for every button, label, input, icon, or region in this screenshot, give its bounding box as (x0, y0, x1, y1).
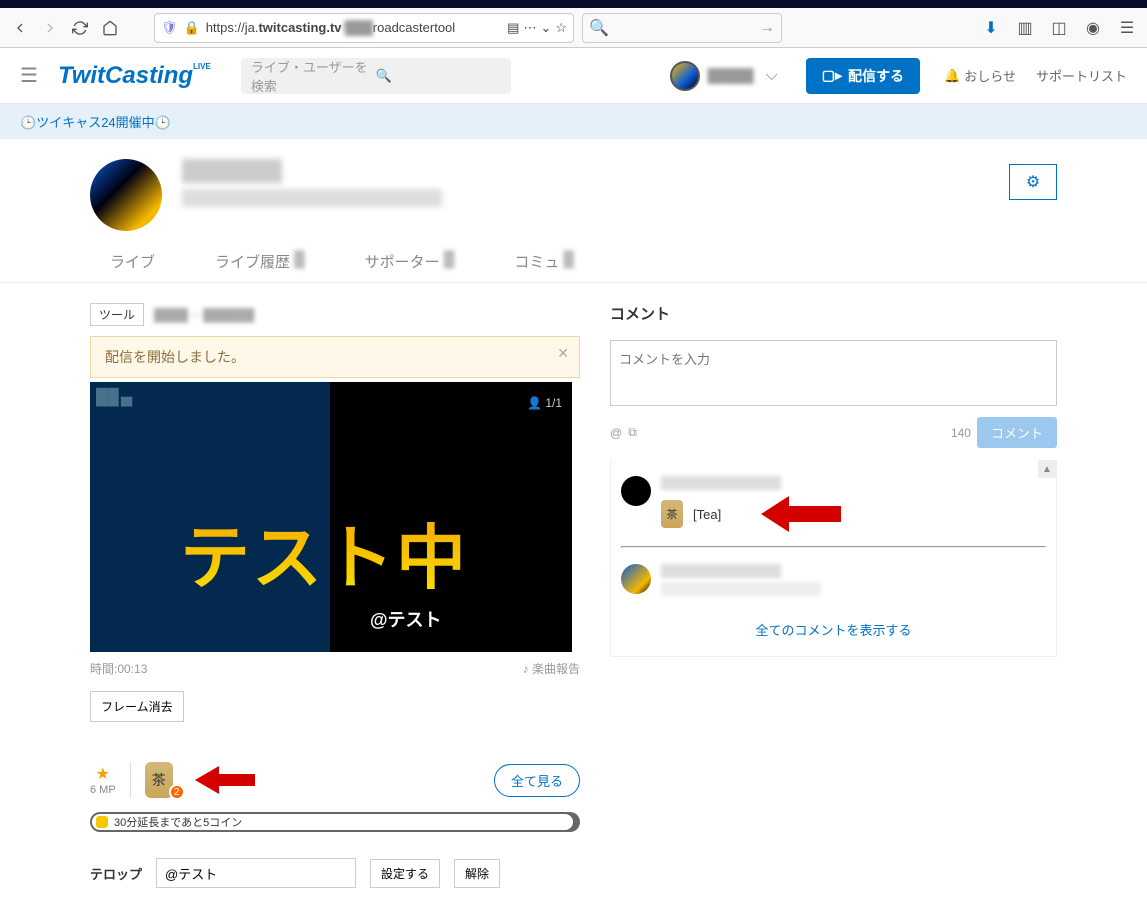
announcement-bar: 🕒ツイキャス24開催中🕒 (0, 104, 1147, 139)
music-report-link[interactable]: ♪ 楽曲報告 (523, 660, 580, 677)
support-list-link[interactable]: サポートリスト (1036, 66, 1127, 85)
progress-text: 30分延長まであと5コイン (114, 814, 242, 830)
send-comment-button[interactable]: コメント (977, 417, 1057, 448)
browser-search[interactable]: 🔍 → (582, 13, 782, 43)
comment-list: ▲ 茶 [Tea] (610, 460, 1057, 657)
frame-clear-button[interactable]: フレーム消去 (90, 691, 184, 722)
telop-set-button[interactable]: 設定する (370, 859, 440, 888)
copy-icon[interactable]: ⧉ (628, 425, 637, 440)
download-icon[interactable]: ⬇ (977, 14, 1005, 42)
tea-icon: 茶 (661, 500, 683, 528)
tool-blur-text: ████ ─ ██████ (154, 308, 254, 322)
account-icon[interactable]: ◉ (1079, 14, 1107, 42)
telop-overlay: @テスト (370, 606, 442, 632)
overlay-text: テスト中 (180, 502, 468, 603)
comment-item (621, 564, 1046, 596)
gift-count-badge: 2 (169, 784, 185, 800)
reader-icon[interactable]: ▤ (507, 20, 519, 36)
video-player[interactable]: ████████ ██ 👤 1/1 テスト中 @テスト (90, 382, 572, 652)
broadcast-button[interactable]: ▢▸ 配信する (806, 58, 920, 94)
coin-progress: 30分延長まであと5コイン (90, 812, 580, 832)
tab-supporters[interactable]: サポーター█ (365, 251, 455, 272)
menu-icon[interactable]: ☰ (1113, 14, 1141, 42)
announcement-link[interactable]: ツイキャス24開催中 (36, 115, 154, 130)
avatar[interactable] (670, 61, 700, 91)
site-header: ☰ TwitCastingLIVE ライブ・ユーザーを検索 🔍 █████ ⌵ … (0, 48, 1147, 104)
shield-icon: 🛡 (161, 20, 178, 36)
view-all-button[interactable]: 全て見る (494, 764, 580, 797)
bell-icon: 🔔 (944, 68, 960, 84)
star-icon[interactable]: ☆ (555, 20, 567, 36)
commenter-avatar[interactable] (621, 564, 651, 594)
star-icon: ★ (90, 764, 116, 784)
notifications-link[interactable]: 🔔 おしらせ (944, 66, 1016, 85)
reload-icon[interactable] (66, 14, 94, 42)
close-icon[interactable]: ✕ (557, 345, 569, 362)
library-icon[interactable]: ▥ (1011, 14, 1039, 42)
comment-text (661, 582, 821, 596)
show-all-comments-link[interactable]: 全てのコメントを表示する (755, 623, 911, 638)
logo[interactable]: TwitCastingLIVE (58, 62, 211, 90)
telop-clear-button[interactable]: 解除 (454, 859, 500, 888)
at-symbol[interactable]: @ (610, 426, 622, 440)
commenter-name (661, 564, 781, 578)
comments-heading: コメント (610, 303, 1057, 324)
url-text: https://ja.twitcasting.tv/███roadcastert… (206, 20, 455, 35)
pocket-icon[interactable]: ⌄ (540, 20, 551, 36)
profile-section: ⚙ (0, 139, 1147, 231)
search-icon: 🔍 (589, 18, 609, 38)
search-placeholder: ライブ・ユーザーを検索 (251, 57, 376, 95)
telop-input[interactable] (156, 858, 356, 888)
profile-bio (182, 189, 442, 207)
lock-icon: 🔒 (184, 20, 200, 36)
tool-label[interactable]: ツール (90, 303, 144, 326)
scroll-up-icon[interactable]: ▲ (1038, 460, 1056, 478)
user-name: █████ (708, 68, 754, 83)
sidebar-icon[interactable]: ◫ (1045, 14, 1073, 42)
profile-avatar[interactable] (90, 159, 162, 231)
tab-community[interactable]: コミュ█ (514, 251, 574, 272)
chevron-down-icon[interactable]: ⌵ (766, 67, 778, 85)
browser-toolbar: 🛡 🔒 https://ja.twitcasting.tv/███roadcas… (0, 8, 1147, 48)
gear-icon: ⚙ (1026, 172, 1040, 192)
back-icon[interactable] (6, 14, 34, 42)
comment-input[interactable] (610, 340, 1057, 406)
elapsed-time: 時間:00:13 (90, 660, 147, 677)
site-search[interactable]: ライブ・ユーザーを検索 🔍 (241, 58, 511, 94)
viewer-count: 👤 1/1 (527, 396, 562, 410)
hamburger-icon[interactable]: ☰ (20, 63, 38, 88)
go-icon[interactable]: → (759, 19, 775, 37)
gift-text: [Tea] (693, 507, 721, 522)
commenter-avatar[interactable] (621, 476, 651, 506)
tab-live[interactable]: ライブ (110, 251, 155, 272)
forward-icon (36, 14, 64, 42)
arrow-annotation-icon (761, 494, 841, 534)
comment-item: 茶 [Tea] (621, 476, 1046, 534)
more-icon[interactable]: ⋯ (523, 20, 536, 36)
mp-value: 6 MP (90, 784, 116, 796)
commenter-name (661, 476, 781, 490)
telop-label: テロップ (90, 864, 142, 883)
settings-button[interactable]: ⚙ (1009, 164, 1057, 200)
home-icon[interactable] (96, 14, 124, 42)
broadcast-started-alert: 配信を開始しました。 ✕ (90, 336, 580, 378)
camera-icon: ▢▸ (822, 67, 842, 84)
search-icon[interactable]: 🔍 (376, 68, 501, 84)
url-bar[interactable]: 🛡 🔒 https://ja.twitcasting.tv/███roadcas… (154, 13, 574, 43)
profile-tabs: ライブ ライブ履歴█ サポーター█ コミュ█ (0, 231, 1147, 283)
arrow-annotation-icon (195, 762, 255, 798)
gift-tea-item[interactable]: 茶 2 (145, 762, 181, 798)
char-count: 140 (951, 426, 971, 440)
profile-name (182, 159, 282, 183)
tab-history[interactable]: ライブ履歴█ (215, 251, 305, 272)
